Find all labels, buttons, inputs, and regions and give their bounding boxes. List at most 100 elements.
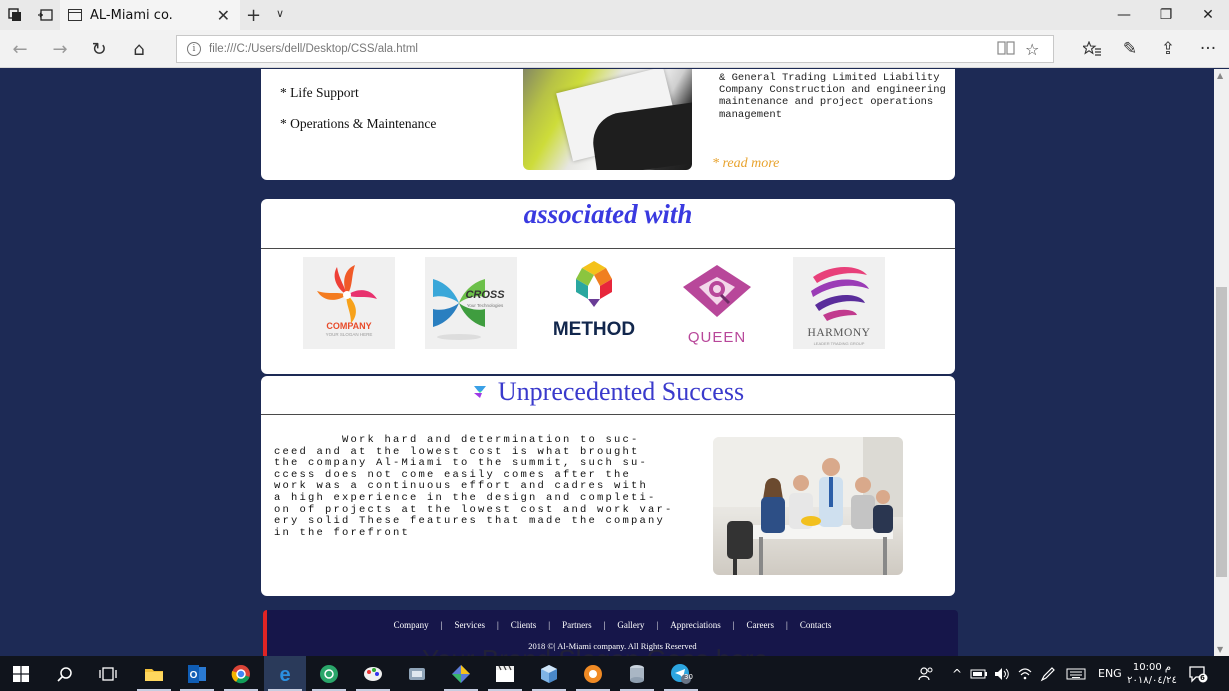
set-tabs-aside-icon[interactable] (30, 0, 60, 30)
keyboard-icon[interactable] (1066, 656, 1086, 691)
restore-button[interactable]: ❐ (1145, 0, 1187, 30)
search-icon[interactable] (44, 656, 86, 691)
logo-tagline: YOUR SLOGAN HERE (325, 332, 373, 337)
app-diamond-icon[interactable] (440, 656, 482, 691)
partner-logo-cross[interactable]: CROSS Your Technologies (425, 257, 517, 349)
divider (261, 414, 955, 415)
footer-separator: | (440, 620, 443, 630)
clock[interactable]: 10:00 م ٢٠١٨/٠٤/٢٤ (1127, 656, 1177, 691)
telegram-icon[interactable]: 30 (660, 656, 702, 691)
divider (261, 248, 955, 249)
volume-icon[interactable] (994, 656, 1010, 691)
success-icon (473, 386, 486, 399)
logo-name: CROSS (465, 289, 505, 301)
tab-active[interactable]: AL-Miami co. ✕ (60, 0, 240, 30)
app-green-icon[interactable] (308, 656, 350, 691)
footer-link-company[interactable]: Company (394, 620, 429, 630)
footer-nav: Company | Services | Clients | Partners | Galler… (267, 620, 958, 630)
success-text: Work hard and determination to suc- ceed… (274, 434, 674, 539)
clock-date: ٢٠١٨/٠٤/٢٤ (1127, 674, 1177, 686)
chrome-icon[interactable] (220, 656, 262, 691)
clock-time: 10:00 م (1132, 661, 1172, 673)
edge-icon[interactable]: e (264, 656, 306, 691)
home-button[interactable]: ⌂ (124, 36, 154, 62)
logo-name: HARMONY (807, 327, 871, 339)
footer-link-contacts[interactable]: Contacts (800, 620, 832, 630)
partner-logo-company[interactable]: COMPANY YOUR SLOGAN HERE (303, 257, 395, 349)
service-item: * Operations & Maintenance (280, 116, 437, 131)
tab-preview-icon[interactable]: ∨ (276, 7, 284, 20)
database-icon[interactable] (616, 656, 658, 691)
sphere-logo-icon (811, 267, 869, 321)
footer-link-clients[interactable]: Clients (511, 620, 537, 630)
footer-link-partners[interactable]: Partners (562, 620, 592, 630)
reading-view-icon[interactable] (997, 40, 1015, 60)
app-grey-icon[interactable] (396, 656, 438, 691)
forward-button[interactable]: → (45, 36, 75, 62)
tab-close-icon[interactable]: ✕ (217, 6, 230, 25)
scroll-thumb[interactable] (1216, 287, 1227, 577)
favorites-hub-icon[interactable] (1077, 36, 1107, 62)
favorite-star-icon[interactable]: ☆ (1025, 40, 1039, 59)
show-hidden-icons-icon[interactable]: ^ (952, 656, 962, 691)
file-explorer-icon[interactable] (133, 656, 175, 691)
more-icon[interactable]: ··· (1193, 36, 1223, 62)
task-view-icon[interactable] (87, 656, 129, 691)
tab-title: AL-Miami co. (90, 7, 173, 23)
wifi-icon[interactable] (1018, 656, 1032, 691)
new-tab-button[interactable]: + (246, 5, 261, 26)
refresh-button[interactable]: ↻ (84, 36, 114, 62)
pen-workspace-icon[interactable] (1040, 656, 1056, 691)
browser-titlebar: AL-Miami co. ✕ + ∨ — ❐ ✕ (0, 0, 1229, 30)
partner-logo-method[interactable]: METHOD (548, 257, 640, 349)
q-logo-icon (683, 265, 751, 317)
outlook-icon[interactable]: O (176, 656, 218, 691)
engineer-photo (523, 69, 692, 170)
address-bar[interactable]: i file:///C:/Users/dell/Desktop/CSS/ala.… (176, 35, 1054, 63)
close-button[interactable]: ✕ (1187, 0, 1229, 30)
back-button[interactable]: ← (5, 36, 35, 62)
share-icon[interactable]: ⇪ (1153, 36, 1183, 62)
footer-link-appreciations[interactable]: Appreciations (670, 620, 720, 630)
footer-link-careers[interactable]: Careers (747, 620, 774, 630)
success-heading: Unprecedented Success (261, 377, 955, 407)
page-scrollbar[interactable]: ▲ ▼ (1214, 69, 1229, 656)
page-viewport: * Life Support * Operations & Maintenanc… (0, 69, 1214, 656)
flower-logo-icon (317, 265, 377, 323)
info-icon[interactable]: i (187, 42, 201, 56)
associated-card: associated with COMPANY YOUR SLOGAN HERE (261, 199, 955, 374)
about-card: * Life Support * Operations & Maintenanc… (261, 69, 955, 180)
logo-name: COMPANY (326, 321, 372, 331)
read-more-link[interactable]: * read more (712, 156, 779, 172)
browser-navbar: ← → ↻ ⌂ i file:///C:/Users/dell/Desktop/… (0, 30, 1229, 68)
windows-logo-icon (13, 665, 29, 682)
footer-link-services[interactable]: Services (454, 620, 485, 630)
success-title: Unprecedented Success (497, 377, 745, 406)
site-footer: Company | Services | Clients | Partners | Galler… (263, 610, 958, 656)
minimize-button[interactable]: — (1103, 0, 1145, 30)
logo-name: QUEEN (687, 329, 747, 346)
partner-logo-harmony[interactable]: HARMONY LEADER TRADING GROUP (793, 257, 885, 349)
video-editor-icon[interactable] (484, 656, 526, 691)
battery-icon[interactable] (970, 656, 988, 691)
paint-icon[interactable] (352, 656, 394, 691)
logo-tagline: LEADER TRADING GROUP (813, 341, 865, 346)
web-notes-icon[interactable]: ✎ (1115, 36, 1145, 62)
action-center-icon[interactable]: 6 (1188, 656, 1208, 691)
url-text[interactable]: file:///C:/Users/dell/Desktop/CSS/ala.ht… (209, 43, 418, 55)
page-icon (68, 9, 82, 21)
scroll-up-icon[interactable]: ▲ (1217, 71, 1223, 80)
associated-title: associated with (523, 199, 693, 229)
footer-slogan: Your Brand Slogan Goes here (422, 644, 768, 656)
footer-separator: | (548, 620, 551, 630)
app-orange-icon[interactable] (572, 656, 614, 691)
window-menu-icon[interactable] (0, 0, 30, 30)
logo-name: METHOD (552, 319, 636, 340)
language-indicator[interactable]: ENG (1098, 656, 1122, 691)
partner-logo-queen[interactable]: QUEEN (671, 257, 763, 349)
scroll-down-icon[interactable]: ▼ (1217, 645, 1223, 654)
start-button[interactable] (0, 656, 42, 691)
footer-link-gallery[interactable]: Gallery (617, 620, 644, 630)
people-icon[interactable] (918, 656, 934, 691)
app-cube-icon[interactable] (528, 656, 570, 691)
